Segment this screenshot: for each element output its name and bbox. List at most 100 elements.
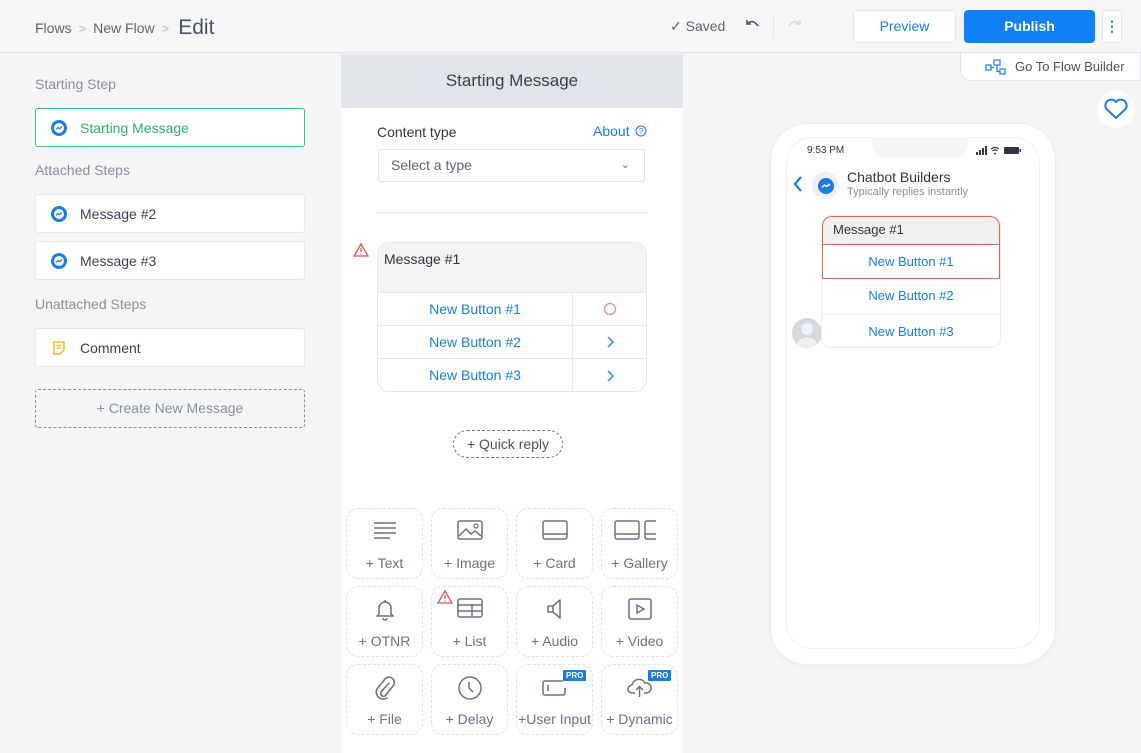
step-message-3[interactable]: Message #3 [35,241,305,280]
publish-button[interactable]: Publish [964,10,1095,43]
unattached-steps-heading: Unattached Steps [35,296,147,312]
gallery-icon [613,520,656,540]
warning-icon [353,243,369,257]
status-icons [976,146,1021,155]
chevron-right-icon: > [78,20,87,36]
attached-steps-heading: Attached Steps [35,162,130,178]
add-delay-tile[interactable]: + Delay [431,664,508,735]
user-avatar [792,318,822,348]
create-new-message-button[interactable]: + Create New Message [35,389,305,428]
tile-label: + Dynamic [606,711,673,727]
add-otnr-tile[interactable]: + OTNR [346,586,423,657]
bot-name: Chatbot Builders [847,169,951,185]
breadcrumb: Flows > New Flow > Edit [35,16,214,40]
add-image-tile[interactable]: + Image [431,508,508,579]
message-editor: Starting Message Content type About ? Se… [341,54,683,753]
about-label: About [593,123,630,139]
go-to-flow-builder-button[interactable]: Go To Flow Builder [960,53,1141,81]
add-file-tile[interactable]: + File [346,664,423,735]
back-icon[interactable] [792,174,804,194]
chevron-right-icon: > [161,20,170,36]
button-1-link[interactable] [573,293,646,325]
redo-icon[interactable] [785,16,803,34]
button-row: New Button #2 [378,326,646,359]
button-2-link[interactable] [573,326,646,358]
bell-icon [375,600,394,621]
select-placeholder: Select a type [391,157,472,173]
help-icon: ? [635,125,647,137]
chevron-down-icon: ⌄ [620,159,630,171]
breadcrumb-new-flow[interactable]: New Flow [93,20,154,36]
button-3-link[interactable] [573,359,646,391]
heart-icon [1104,98,1128,119]
tile-label: + Image [444,555,495,571]
page-title: Edit [178,16,215,39]
preview-button[interactable]: Preview [853,10,956,43]
messenger-icon [51,205,67,222]
check-icon: ✓ [670,18,682,34]
text-icon [373,522,396,539]
flow-builder-label: Go To Flow Builder [1015,59,1125,74]
preview-button-1[interactable]: New Button #1 [822,244,1000,279]
add-list-tile[interactable]: + List [431,586,508,657]
step-label: Message #3 [80,252,157,269]
step-label: Starting Message [80,119,189,136]
bot-subtitle: Typically replies instantly [847,186,969,198]
more-options-button[interactable]: ⋮ [1102,10,1122,43]
step-label: Comment [80,339,141,356]
messenger-icon [51,252,67,269]
saved-status: ✓ Saved [670,18,725,35]
phone-time: 9:53 PM [807,145,845,156]
step-message-2[interactable]: Message #2 [35,194,305,233]
add-video-tile[interactable]: + Video [601,586,678,657]
tile-label: + Card [533,555,576,571]
tile-label: +User Input [518,711,591,727]
tile-label: + OTNR [358,633,411,649]
add-dynamic-tile[interactable]: PRO + Dynamic [601,664,678,735]
messenger-icon [51,119,67,136]
chevron-right-icon [606,369,614,382]
bot-avatar [812,172,839,199]
message-button-2[interactable]: New Button #2 [378,326,573,358]
message-button-1[interactable]: New Button #1 [378,293,573,325]
step-comment[interactable]: Comment [35,328,305,367]
divider [377,212,647,213]
tile-label: + File [367,711,402,727]
message-button-3[interactable]: New Button #3 [378,359,573,391]
step-label: Message #2 [80,205,157,222]
add-gallery-tile[interactable]: + Gallery [601,508,678,579]
breadcrumb-flows[interactable]: Flows [35,20,72,36]
preview-button-3[interactable]: New Button #3 [822,314,1000,347]
quick-reply-button[interactable]: + Quick reply [453,430,563,458]
add-text-tile[interactable]: + Text [346,508,423,579]
user-silhouette-icon [796,323,818,348]
preview-button-2[interactable]: New Button #2 [822,279,1000,314]
add-audio-tile[interactable]: + Audio [516,586,593,657]
divider [773,16,774,38]
phone-screen [786,137,1040,649]
image-icon [456,520,483,540]
chevron-right-icon [606,336,614,348]
add-card-tile[interactable]: + Card [516,508,593,579]
saved-label: Saved [685,18,726,34]
cloud-upload-icon [626,678,652,697]
undo-icon[interactable] [744,16,762,34]
step-starting-message[interactable]: Starting Message [35,108,305,147]
about-link[interactable]: About ? [593,123,647,139]
add-user-input-tile[interactable]: PRO +User Input [516,664,593,735]
button-row: New Button #3 [378,359,646,391]
message-title[interactable]: Message #1 [378,243,646,293]
button-row: New Button #1 [378,293,646,326]
phone-notch [872,137,968,157]
tile-label: + Text [365,555,404,571]
speaker-icon [546,599,561,619]
card-icon [541,520,568,540]
tile-label: + Video [615,633,664,649]
content-type-label: Content type [377,124,457,140]
message-card: Message #1 New Button #1 New Button #2 N… [377,242,647,392]
content-type-select[interactable]: Select a type ⌄ [378,149,645,182]
favorite-button[interactable] [1097,90,1135,128]
top-bar: Flows > New Flow > Edit ✓ Saved Preview … [0,0,1141,53]
starting-step-heading: Starting Step [35,76,116,92]
steps-sidebar: Starting Step Starting Message Attached … [0,54,340,753]
